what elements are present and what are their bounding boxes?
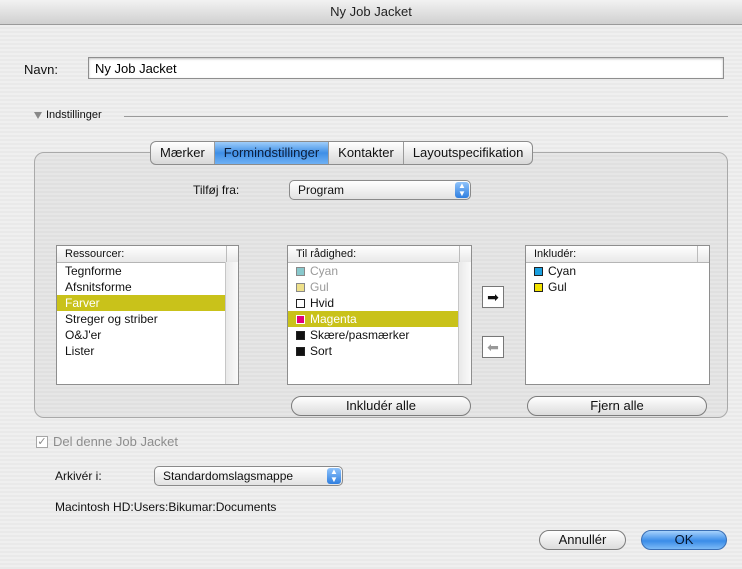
ok-button[interactable]: OK: [641, 530, 727, 550]
archive-label: Arkivér i:: [55, 469, 102, 483]
available-item-registration[interactable]: Skære/pasmærker: [288, 327, 471, 343]
resources-list[interactable]: Ressourcer: Tegnforme Afsnitsforme Farve…: [56, 245, 239, 385]
resource-item-oj[interactable]: O&J'er: [57, 327, 238, 343]
available-header: Til rådighed:: [288, 246, 471, 263]
resource-item-farver[interactable]: Farver: [57, 295, 225, 311]
left-arrow-icon: ⬅: [487, 339, 499, 355]
remove-all-button[interactable]: Fjern alle: [527, 396, 707, 416]
included-header: Inkludér:: [526, 246, 709, 263]
available-item-magenta[interactable]: Magenta: [288, 311, 458, 327]
include-arrow-button[interactable]: ➡: [482, 286, 504, 308]
available-item-label: Hvid: [310, 296, 335, 310]
included-item-label: Cyan: [548, 264, 577, 278]
share-checkbox[interactable]: ✓ Del denne Job Jacket: [36, 434, 178, 449]
settings-divider: [124, 116, 728, 117]
tab-bar: Mærker Formindstillinger Kontakter Layou…: [150, 141, 534, 165]
name-label: Navn:: [24, 62, 58, 77]
column-separator: [697, 246, 698, 262]
cyan-swatch-icon: [296, 266, 305, 276]
right-arrow-icon: ➡: [487, 289, 499, 305]
tab-maerker[interactable]: Mærker: [151, 142, 215, 164]
tab-layoutspecifikation[interactable]: Layoutspecifikation: [404, 142, 533, 164]
available-header-label: Til rådighed:: [296, 248, 357, 260]
yellow-swatch-icon: [296, 282, 305, 292]
white-swatch-icon: [296, 298, 305, 308]
popup-arrows-icon: ▲ ▼: [455, 182, 469, 198]
tab-kontakter[interactable]: Kontakter: [329, 142, 404, 164]
available-item-gul[interactable]: Gul: [288, 279, 471, 295]
black-swatch-icon: [296, 346, 305, 356]
resources-header-label: Ressourcer:: [65, 248, 125, 260]
checkmark-icon: ✓: [36, 435, 48, 448]
included-item-label: Gul: [548, 280, 567, 294]
available-scrollbar[interactable]: [458, 262, 471, 384]
add-from-select[interactable]: Program ▲ ▼: [289, 180, 471, 200]
share-label: Del denne Job Jacket: [53, 434, 179, 449]
resource-item-tegnforme[interactable]: Tegnforme: [57, 263, 238, 279]
settings-disclosure[interactable]: Indstillinger: [34, 109, 102, 121]
window-title: Ny Job Jacket: [0, 0, 742, 25]
available-item-cyan[interactable]: Cyan: [288, 263, 471, 279]
include-all-button[interactable]: Inkludér alle: [291, 396, 471, 416]
add-from-value: Program: [298, 183, 345, 197]
name-input[interactable]: [88, 57, 724, 79]
black-swatch-icon: [296, 330, 305, 340]
available-item-hvid[interactable]: Hvid: [288, 295, 471, 311]
popup-arrows-icon: ▲ ▼: [327, 468, 341, 484]
archive-path: Macintosh HD:Users:Bikumar:Documents: [55, 500, 277, 514]
available-item-label: Magenta: [310, 312, 357, 326]
tab-formindstillinger[interactable]: Formindstillinger: [214, 142, 330, 164]
available-item-label: Sort: [310, 344, 333, 358]
cancel-button[interactable]: Annullér: [539, 530, 626, 550]
cyan-swatch-icon: [534, 266, 543, 276]
remove-arrow-button[interactable]: ⬅: [482, 336, 504, 358]
add-from-label: Tilføj fra:: [193, 183, 240, 197]
included-list[interactable]: Inkludér: Cyan Gul: [525, 245, 710, 385]
available-list[interactable]: Til rådighed: Cyan Gul Hvid Magenta Skær…: [287, 245, 472, 385]
yellow-swatch-icon: [534, 282, 543, 292]
resource-item-afsnitsforme[interactable]: Afsnitsforme: [57, 279, 238, 295]
column-separator: [226, 246, 227, 262]
available-item-label: Gul: [310, 280, 329, 294]
magenta-swatch-icon: [296, 314, 305, 324]
resources-header: Ressourcer:: [57, 246, 238, 263]
resource-item-lister[interactable]: Lister: [57, 343, 238, 359]
resources-scrollbar[interactable]: [225, 262, 238, 384]
available-item-sort[interactable]: Sort: [288, 343, 471, 359]
available-item-label: Cyan: [310, 264, 339, 278]
included-header-label: Inkludér:: [534, 248, 577, 260]
column-separator: [459, 246, 460, 262]
settings-label: Indstillinger: [46, 109, 102, 121]
archive-value: Standardomslagsmappe: [163, 469, 294, 483]
included-item-gul[interactable]: Gul: [526, 279, 709, 295]
available-item-label: Skære/pasmærker: [310, 328, 410, 342]
included-item-cyan[interactable]: Cyan: [526, 263, 709, 279]
disclosure-triangle-icon[interactable]: [34, 111, 42, 119]
resource-item-streger[interactable]: Streger og striber: [57, 311, 238, 327]
archive-select[interactable]: Standardomslagsmappe ▲ ▼: [154, 466, 343, 486]
